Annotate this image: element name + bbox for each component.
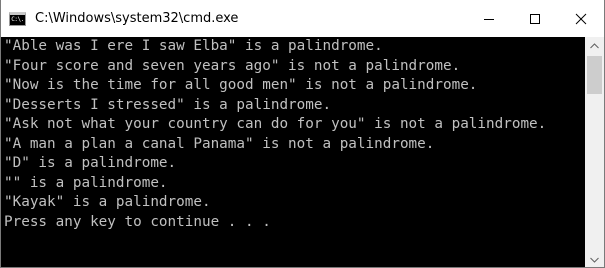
console-line: "Kayak" is a palindrome.	[4, 194, 211, 210]
window-controls	[466, 0, 604, 37]
console-line: "Now is the time for all good men" is no…	[4, 77, 478, 93]
scroll-up-button[interactable]	[585, 37, 604, 54]
console-window: C:\. C:\Windows\system32\cmd.exe "Able w…	[0, 0, 605, 268]
scrollbar-thumb[interactable]	[587, 56, 602, 94]
vertical-scrollbar[interactable]	[585, 37, 604, 267]
chevron-down-icon	[590, 257, 599, 263]
console-line: "" is a palindrome.	[4, 174, 168, 191]
console-line: "A man a plan a canal Panama" is not a p…	[4, 135, 435, 152]
console-line: "Four score and seven years ago" is not …	[4, 57, 461, 74]
minimize-button[interactable]	[466, 0, 512, 37]
close-icon	[575, 13, 587, 24]
maximize-button[interactable]	[512, 0, 558, 37]
console-line: "Ask not what your country can do for yo…	[4, 116, 547, 132]
scroll-down-button[interactable]	[585, 251, 604, 267]
console-line: Press any key to continue . . .	[4, 213, 271, 230]
minimize-icon	[484, 18, 494, 20]
console-line: "Desserts I stressed" is a palindrome.	[4, 96, 332, 113]
close-button[interactable]	[558, 0, 604, 37]
console-line: "Able was I ere I saw Elba" is a palindr…	[4, 38, 383, 54]
chevron-up-icon	[590, 42, 599, 48]
cmd-icon: C:\.	[9, 11, 26, 26]
maximize-icon	[530, 13, 540, 24]
cmd-icon-label: C:\.	[11, 15, 24, 23]
console-line: "D" is a palindrome.	[4, 155, 177, 171]
title-bar[interactable]: C:\. C:\Windows\system32\cmd.exe	[1, 0, 604, 37]
window-title: C:\Windows\system32\cmd.exe	[35, 11, 239, 26]
console-output[interactable]: "Able was I ere I saw Elba" is a palindr…	[1, 37, 585, 267]
